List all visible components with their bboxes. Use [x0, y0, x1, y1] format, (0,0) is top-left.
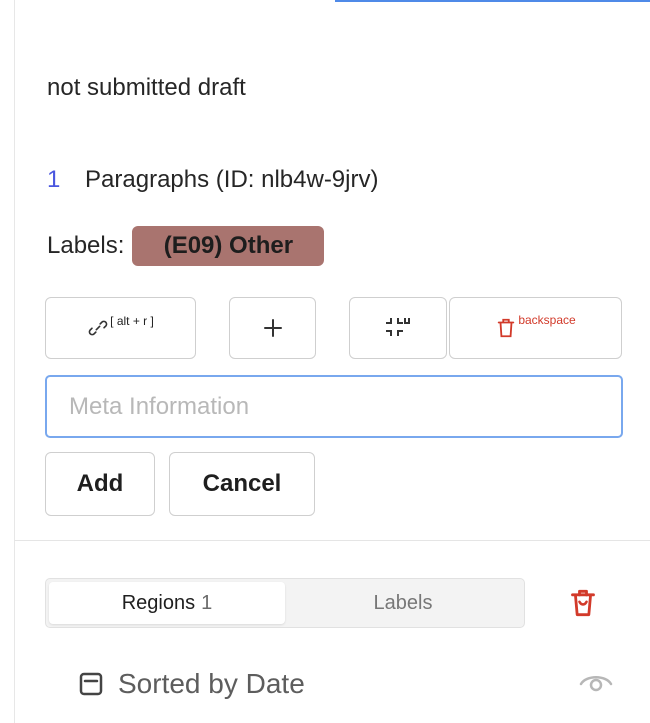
- delete-shortcut-label: backspace: [518, 313, 576, 327]
- cancel-button[interactable]: Cancel: [169, 452, 315, 516]
- link-icon: [88, 320, 108, 336]
- sort-label: Sorted by Date: [118, 668, 305, 699]
- draft-status: not submitted draft: [47, 74, 246, 101]
- label-chip[interactable]: (E09) Other: [132, 226, 325, 266]
- regions-labels-tabs: Regions 1 Labels: [45, 578, 525, 628]
- section-divider: [14, 540, 650, 541]
- add-button[interactable]: Add: [45, 452, 155, 516]
- paragraph-id-text: Paragraphs (ID: nlb4w-9jrv): [85, 166, 379, 193]
- paragraph-count: 1: [47, 166, 61, 193]
- link-button[interactable]: [ alt + r ]: [45, 297, 196, 359]
- meta-information-input[interactable]: [45, 375, 623, 438]
- plus-icon: [263, 319, 282, 337]
- tab-regions[interactable]: Regions 1: [49, 582, 285, 624]
- panel-left-divider: [14, 0, 15, 723]
- active-tab-accent: [335, 0, 650, 2]
- labels-row: Labels: (E09) Other: [47, 226, 325, 266]
- collapse-button[interactable]: [349, 297, 447, 359]
- tab-regions-label: Regions: [121, 591, 196, 614]
- labels-title: Labels:: [47, 232, 125, 259]
- tab-labels-label: Labels: [373, 591, 433, 614]
- eye-icon[interactable]: [578, 672, 614, 696]
- trash-icon: [498, 318, 515, 338]
- sort-row[interactable]: Sorted by Date: [76, 666, 305, 702]
- collapse-icon: [386, 318, 410, 336]
- add-region-button[interactable]: [229, 297, 316, 359]
- tab-labels[interactable]: Labels: [285, 582, 521, 624]
- trash-icon[interactable]: [569, 586, 597, 620]
- link-shortcut-label: [ alt + r ]: [110, 314, 154, 328]
- sort-icon: [79, 672, 103, 696]
- paragraph-row: 1 Paragraphs (ID: nlb4w-9jrv): [47, 164, 378, 196]
- tab-regions-count: 1: [201, 591, 213, 614]
- delete-button[interactable]: backspace: [449, 297, 622, 359]
